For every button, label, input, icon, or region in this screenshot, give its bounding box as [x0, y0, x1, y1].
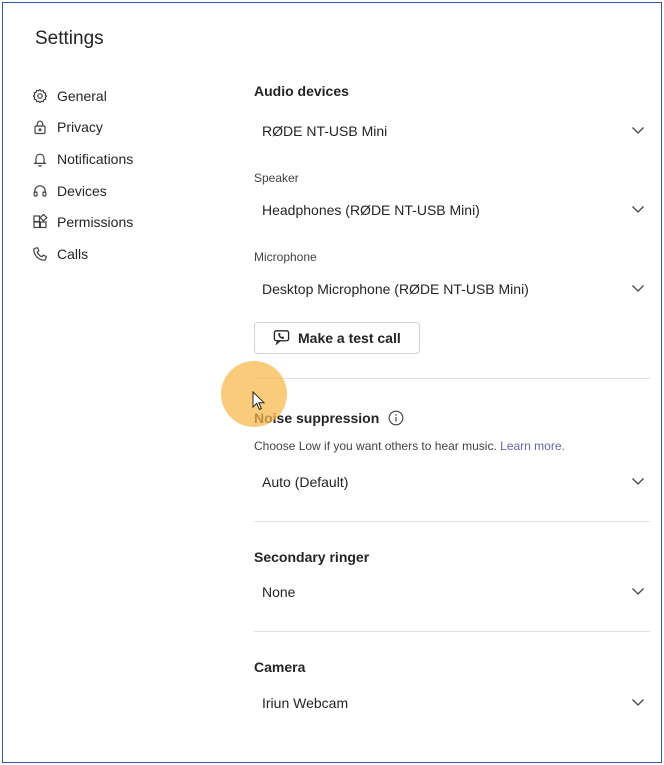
sidebar-item-permissions[interactable]: Permissions — [31, 206, 231, 238]
apps-icon — [31, 213, 49, 231]
settings-content: Audio devices RØDE NT-USB Mini Speaker H… — [254, 73, 650, 722]
noise-suppression-hint-text: Choose Low if you want others to hear mu… — [254, 439, 497, 453]
sidebar-item-privacy[interactable]: Privacy — [31, 112, 231, 144]
sidebar-item-notifications[interactable]: Notifications — [31, 143, 231, 175]
sidebar-item-calls[interactable]: Calls — [31, 238, 231, 270]
headset-icon — [31, 182, 49, 200]
section-divider — [254, 378, 650, 379]
make-test-call-button[interactable]: Make a test call — [254, 322, 420, 354]
lock-icon — [31, 118, 49, 136]
secondary-ringer-value: None — [262, 584, 296, 600]
audio-device-value: RØDE NT-USB Mini — [262, 123, 388, 139]
chevron-down-icon — [630, 122, 646, 141]
page-title: Settings — [35, 28, 104, 49]
sidebar-item-devices[interactable]: Devices — [31, 175, 231, 207]
sidebar-item-label: Privacy — [57, 119, 103, 136]
speaker-label: Speaker — [254, 171, 299, 185]
test-call-row: Make a test call — [254, 322, 650, 354]
microphone-value: Desktop Microphone (RØDE NT-USB Mini) — [262, 281, 529, 297]
sidebar-item-label: Calls — [57, 245, 89, 262]
section-divider — [254, 521, 650, 522]
audio-devices-heading: Audio devices — [254, 83, 349, 99]
sidebar-item-label: General — [57, 87, 107, 104]
secondary-ringer-dropdown[interactable]: None — [254, 573, 650, 611]
speaker-dropdown[interactable]: Headphones (RØDE NT-USB Mini) — [254, 191, 650, 229]
chevron-down-icon — [630, 201, 646, 220]
chevron-down-icon — [630, 694, 646, 713]
settings-nav: General Privacy Notifications Devices Pe… — [31, 80, 231, 270]
speaker-value: Headphones (RØDE NT-USB Mini) — [262, 202, 480, 218]
microphone-dropdown[interactable]: Desktop Microphone (RØDE NT-USB Mini) — [254, 270, 650, 308]
learn-more-link[interactable]: Learn more. — [500, 439, 565, 453]
sidebar-item-label: Permissions — [57, 214, 134, 231]
noise-suppression-hint: Choose Low if you want others to hear mu… — [254, 439, 650, 453]
secondary-ringer-heading: Secondary ringer — [254, 549, 370, 565]
mouse-cursor-icon — [252, 390, 266, 411]
sidebar-item-label: Notifications — [57, 150, 134, 167]
settings-window: Settings General Privacy Notifications D… — [2, 2, 662, 763]
make-test-call-label: Make a test call — [298, 330, 401, 346]
gear-icon — [31, 87, 49, 105]
sidebar-item-label: Devices — [57, 182, 107, 199]
noise-suppression-dropdown[interactable]: Auto (Default) — [254, 463, 650, 501]
phone-icon — [31, 245, 49, 263]
info-icon[interactable] — [388, 410, 404, 426]
test-call-icon — [273, 328, 298, 348]
section-divider — [254, 631, 650, 632]
sidebar-item-general[interactable]: General — [31, 80, 231, 112]
bell-icon — [31, 150, 49, 168]
microphone-label: Microphone — [254, 250, 317, 264]
noise-suppression-value: Auto (Default) — [262, 474, 349, 490]
chevron-down-icon — [630, 280, 646, 299]
chevron-down-icon — [630, 473, 646, 492]
camera-heading: Camera — [254, 659, 306, 675]
noise-suppression-heading: Noise suppression — [254, 410, 650, 426]
audio-device-dropdown[interactable]: RØDE NT-USB Mini — [254, 112, 650, 150]
camera-value: Iriun Webcam — [262, 695, 349, 711]
chevron-down-icon — [630, 583, 646, 602]
camera-dropdown[interactable]: Iriun Webcam — [254, 684, 650, 722]
